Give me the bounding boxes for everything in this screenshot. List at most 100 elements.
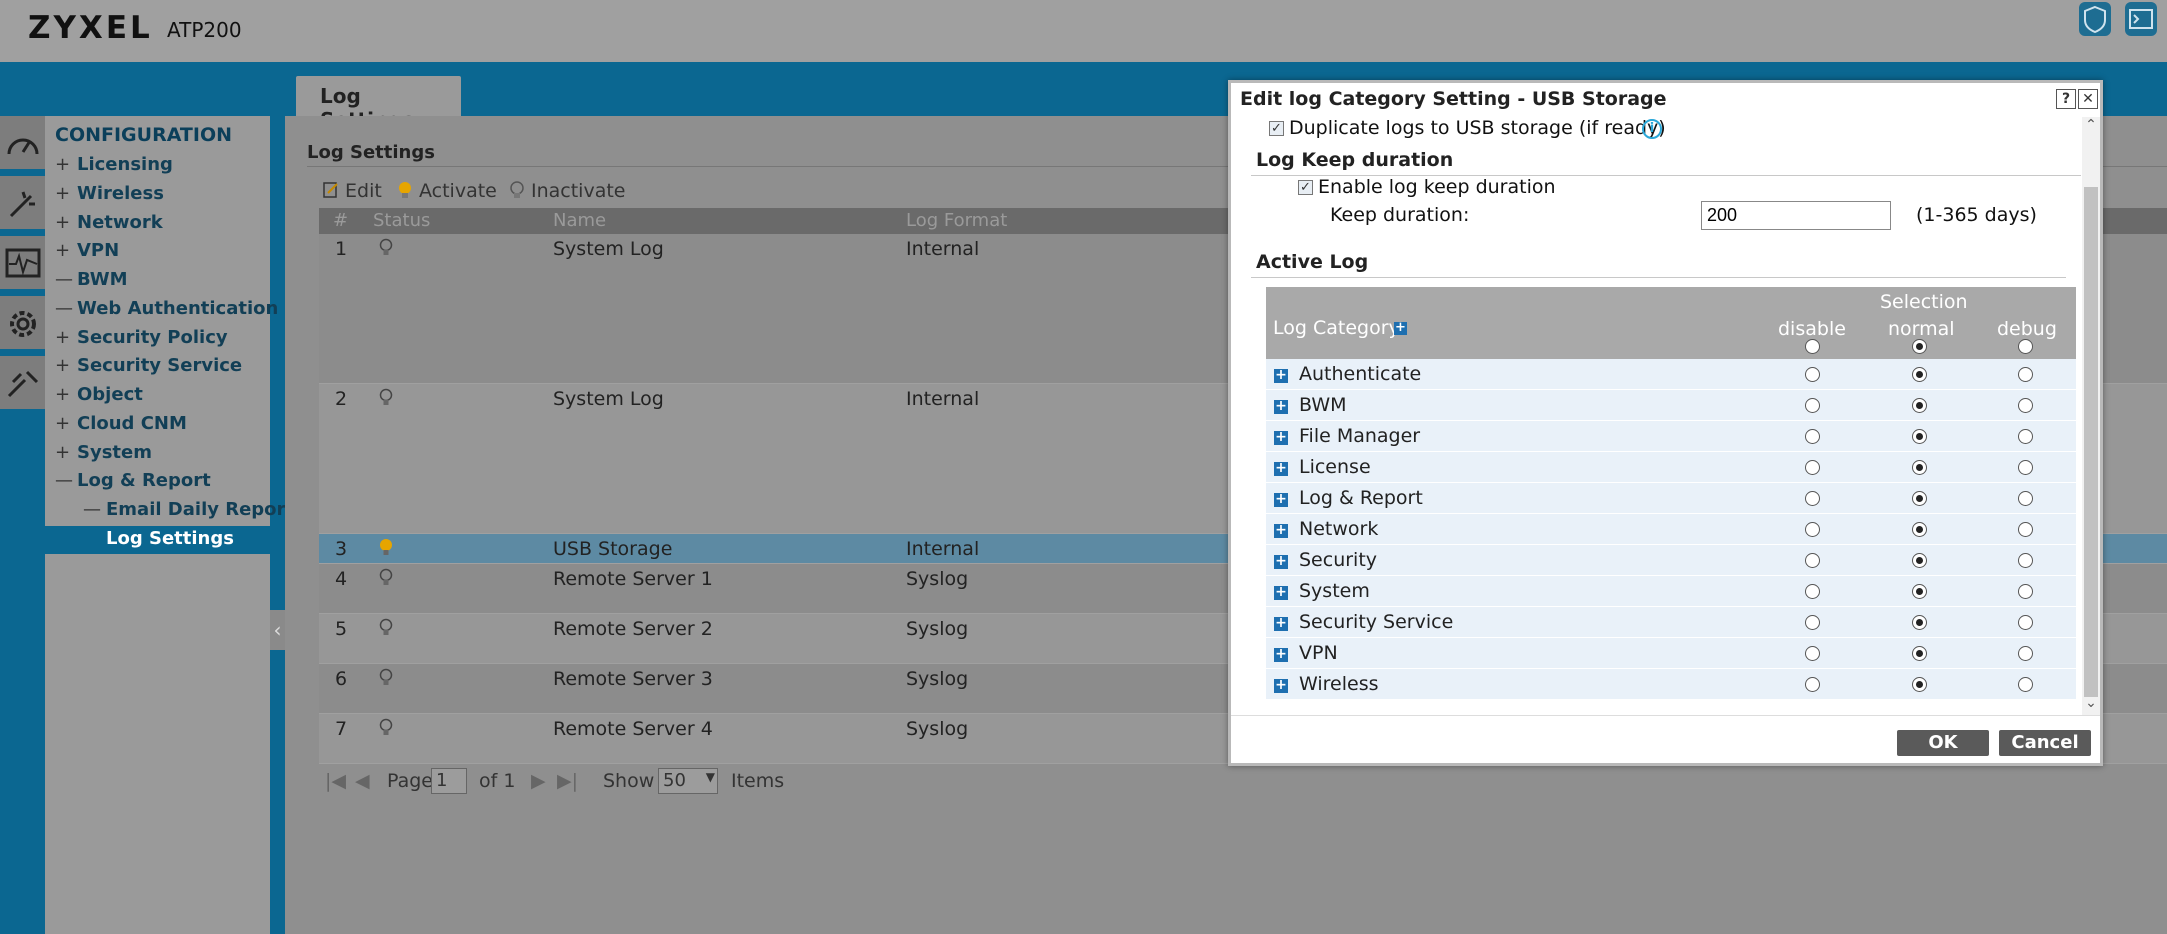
expand-icon[interactable]: +: [1274, 461, 1288, 476]
expand-icon[interactable]: +: [1274, 368, 1288, 383]
debug-radio[interactable]: [2018, 677, 2033, 692]
close-icon[interactable]: ✕: [2078, 89, 2098, 109]
column-name[interactable]: Name: [553, 210, 606, 231]
gear-icon[interactable]: [0, 296, 45, 352]
normal-radio[interactable]: [1912, 615, 1927, 630]
enable-keep-duration-checkbox[interactable]: ✓: [1298, 180, 1313, 195]
edit-log-category-dialog: Edit log Category Setting - USB Storage …: [1228, 80, 2103, 766]
column-status[interactable]: Status: [373, 210, 430, 231]
sidebar-collapse-handle[interactable]: ‹: [270, 610, 285, 650]
sidebar-item-licensing[interactable]: + Licensing: [45, 152, 270, 180]
normal-radio[interactable]: [1912, 398, 1927, 413]
wizard-icon[interactable]: [0, 176, 45, 232]
monitor-icon[interactable]: [0, 236, 45, 292]
debug-radio[interactable]: [2018, 460, 2033, 475]
debug-radio[interactable]: [2018, 522, 2033, 537]
prev-page-icon[interactable]: ◀: [355, 770, 370, 792]
scroll-up-icon[interactable]: ⌃: [2082, 117, 2100, 137]
debug-radio[interactable]: [2018, 584, 2033, 599]
debug-radio[interactable]: [2018, 553, 2033, 568]
normal-radio[interactable]: [1912, 429, 1927, 444]
page-number-input[interactable]: 1: [431, 768, 467, 794]
expand-all-icon[interactable]: +: [1394, 321, 1407, 335]
sidebar-item-web-authentication[interactable]: — Web Authentication: [45, 296, 278, 324]
debug-radio[interactable]: [2018, 646, 2033, 661]
sidebar-item-network[interactable]: + Network: [45, 210, 270, 238]
scroll-down-icon[interactable]: ⌄: [2082, 695, 2100, 715]
duplicate-logs-checkbox[interactable]: ✓: [1269, 121, 1284, 136]
ok-button[interactable]: OK: [1897, 730, 1989, 756]
expand-icon[interactable]: +: [1274, 523, 1288, 538]
page-size-select[interactable]: 50 ▼: [658, 768, 718, 794]
console-icon[interactable]: [2125, 2, 2157, 36]
disable-radio[interactable]: [1805, 553, 1820, 568]
normal-radio[interactable]: [1912, 460, 1927, 475]
sidebar-item-object[interactable]: + Object: [45, 382, 270, 410]
disable-radio[interactable]: [1805, 460, 1820, 475]
next-page-icon[interactable]: ▶: [531, 770, 546, 792]
disable-radio[interactable]: [1805, 584, 1820, 599]
cancel-button[interactable]: Cancel: [1999, 730, 2091, 756]
expand-icon[interactable]: +: [1274, 399, 1288, 414]
disable-radio[interactable]: [1805, 522, 1820, 537]
expand-icon[interactable]: +: [1274, 647, 1288, 662]
sidebar-item-system[interactable]: + System: [45, 440, 270, 468]
dashboard-icon[interactable]: [0, 116, 45, 172]
normal-radio[interactable]: [1912, 491, 1927, 506]
expand-icon[interactable]: +: [1274, 585, 1288, 600]
sidebar-item-vpn[interactable]: + VPN: [45, 238, 270, 266]
debug-all-radio[interactable]: [2018, 339, 2033, 354]
sidebar-item-log-report[interactable]: — Log & Report: [45, 468, 270, 496]
maintenance-icon[interactable]: [0, 356, 45, 412]
disable-radio[interactable]: [1805, 367, 1820, 382]
debug-radio[interactable]: [2018, 491, 2033, 506]
shield-icon[interactable]: [2079, 2, 2111, 36]
debug-radio[interactable]: [2018, 398, 2033, 413]
status-lightbulb-icon: [379, 238, 393, 263]
disable-radio[interactable]: [1805, 677, 1820, 692]
expand-icon[interactable]: +: [1274, 430, 1288, 445]
expand-icon[interactable]: +: [1274, 616, 1288, 631]
first-page-icon[interactable]: |◀: [325, 770, 346, 792]
sidebar-item-email-daily-report[interactable]: — Email Daily Report: [45, 497, 294, 525]
sidebar-item-security-policy[interactable]: + Security Policy: [45, 325, 270, 353]
keep-duration-input[interactable]: [1701, 201, 1891, 230]
help-icon[interactable]: ?: [2056, 89, 2076, 109]
normal-radio[interactable]: [1912, 522, 1927, 537]
column-number[interactable]: #: [333, 210, 348, 231]
disable-radio[interactable]: [1805, 491, 1820, 506]
sidebar-item-security-service[interactable]: + Security Service: [45, 353, 270, 381]
sidebar-item-log-settings[interactable]: Log Settings: [45, 526, 270, 554]
normal-radio[interactable]: [1912, 367, 1927, 382]
sidebar-item-wireless[interactable]: + Wireless: [45, 181, 270, 209]
expand-icon[interactable]: +: [1274, 492, 1288, 507]
disable-radio[interactable]: [1805, 429, 1820, 444]
sidebar-item-cloud-cnm[interactable]: + Cloud CNM: [45, 411, 270, 439]
debug-radio[interactable]: [2018, 615, 2033, 630]
expand-icon[interactable]: +: [1274, 554, 1288, 569]
tab-log-settings[interactable]: Log Settings: [296, 76, 461, 132]
edit-button[interactable]: Edit: [323, 180, 382, 202]
edit-icon: [323, 182, 338, 198]
sidebar-item-bwm[interactable]: — BWM: [45, 267, 270, 295]
normal-all-radio[interactable]: [1912, 339, 1927, 354]
dialog-body: ✓ Duplicate logs to USB storage (if read…: [1231, 117, 2100, 715]
normal-radio[interactable]: [1912, 553, 1927, 568]
disable-radio[interactable]: [1805, 398, 1820, 413]
disable-all-radio[interactable]: [1805, 339, 1820, 354]
normal-radio[interactable]: [1912, 584, 1927, 599]
debug-radio[interactable]: [2018, 367, 2033, 382]
last-page-icon[interactable]: ▶|: [557, 770, 578, 792]
column-log-format[interactable]: Log Format: [906, 210, 1007, 231]
inactivate-button[interactable]: Inactivate: [509, 180, 626, 202]
expand-icon[interactable]: +: [1274, 678, 1288, 693]
disable-radio[interactable]: [1805, 615, 1820, 630]
activate-button[interactable]: Activate: [397, 180, 497, 202]
debug-radio[interactable]: [2018, 429, 2033, 444]
normal-radio[interactable]: [1912, 646, 1927, 661]
normal-radio[interactable]: [1912, 677, 1927, 692]
disable-radio[interactable]: [1805, 646, 1820, 661]
info-icon[interactable]: i: [1642, 119, 1662, 139]
dialog-scrollbar-thumb[interactable]: [2084, 187, 2098, 697]
log-category-label: Network: [1299, 518, 1379, 540]
